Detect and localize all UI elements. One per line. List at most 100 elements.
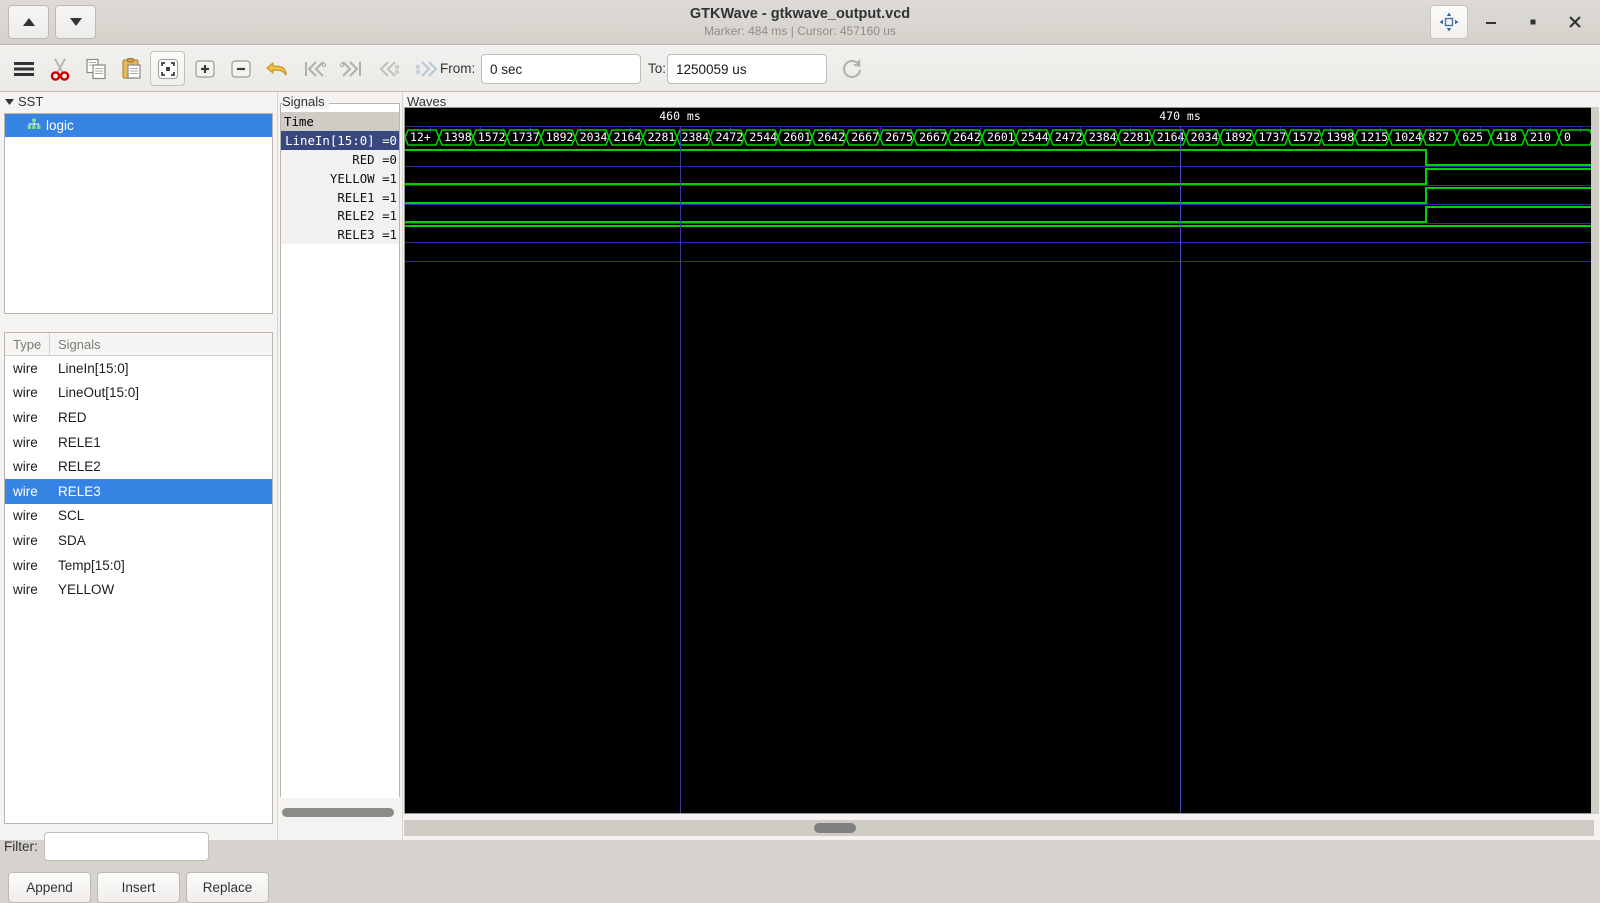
waves-vscrollbar[interactable] [1591,107,1599,814]
scrollbar-thumb[interactable] [282,808,394,817]
bus-value-text: 1024 [1394,130,1423,144]
filter-input[interactable] [43,832,209,861]
marker-line[interactable] [680,126,681,813]
signal-list-table[interactable]: Type Signals wire LineIn[15:0] wire LineOut… [4,332,273,824]
from-input[interactable]: 0 sec [481,54,641,84]
filter-label: Filter: [4,839,38,854]
digital-signal-row[interactable] [405,167,1593,186]
goto-start-icon[interactable] [297,51,332,86]
table-row[interactable]: wire YELLOW [5,577,272,602]
menu-icon[interactable] [6,51,41,86]
sst-header[interactable]: SST [4,94,43,109]
zoom-fit-icon[interactable] [150,51,185,86]
move-window-icon[interactable] [1430,5,1468,39]
bus-value-text: 2667 [919,130,947,144]
signal-label-row[interactable]: YELLOW =1 [281,168,399,188]
time-header-row[interactable]: Time [281,112,399,131]
bus-value-cell: 2281 [1118,128,1152,147]
time-tick-label: 460 ms [659,109,701,123]
replace-button[interactable]: Replace [186,872,269,903]
digital-signal-row[interactable] [405,205,1593,224]
table-row[interactable]: wire RED [5,405,272,430]
waveform-canvas[interactable]: 460 ms 470 ms 12+ 1398 1572 1737 1892 2034 2164 2… [405,108,1593,813]
signal-label-row[interactable]: LineIn[15:0] =0 [281,130,399,150]
waves-frame[interactable]: 460 ms 470 ms 12+ 1398 1572 1737 1892 2034 2164 2… [404,107,1594,814]
bus-value-text: 625 [1462,130,1483,144]
signal-name: LineOut[15:0] [58,385,140,401]
paste-icon[interactable] [114,51,149,86]
maximize-button[interactable] [1514,5,1552,39]
prev-edge-icon[interactable] [371,51,406,86]
sst-item-logic[interactable]: logic [5,114,272,137]
signal-type: wire [13,532,38,548]
signal-edge [1425,168,1427,185]
bus-value-cell: 2667 [914,128,948,147]
signal-label-row[interactable]: RELE3 =1 [281,225,399,245]
digital-signal-row[interactable] [405,148,1593,167]
bus-value-cell: 2472 [1050,128,1084,147]
bus-value-text: 2384 [1088,130,1117,144]
undo-icon[interactable] [259,51,294,86]
table-row[interactable]: wire RELE1 [5,430,272,455]
cursor-line[interactable] [1180,126,1181,813]
zoom-in-icon[interactable] [187,51,222,86]
to-input[interactable]: 1250059 us [667,54,827,84]
table-row[interactable]: wire Temp[15:0] [5,553,272,578]
bus-value-text: 1892 [1224,130,1253,144]
bus-value-cell: 1892 [541,128,575,147]
table-row[interactable]: wire SDA [5,528,272,553]
column-header-signals: Signals [58,336,101,352]
signal-names-pane: Signals Time LineIn[15:0] =0 RED =0 YELLOW … [278,92,402,840]
column-header-type: Type [5,333,50,355]
signal-name: Temp[15:0] [58,557,125,573]
bus-value-text: 2034 [1190,130,1219,144]
digital-signal-row[interactable] [405,186,1593,205]
copy-icon[interactable] [78,51,113,86]
time-ruler[interactable]: 460 ms 470 ms [405,108,1593,126]
zoom-out-icon[interactable] [223,51,258,86]
signal-name: YELLOW [58,582,115,598]
waves-hscrollbar[interactable] [404,820,1594,836]
bus-value-text: 0 [1564,130,1571,144]
bus-value-text: 2034 [579,130,608,144]
table-row[interactable]: wire SCL [5,504,272,529]
minimize-button[interactable] [1472,5,1510,39]
nav-down-button[interactable] [55,5,96,39]
bus-value-text: 2281 [647,130,676,144]
chevron-down-icon [4,94,15,109]
bus-signal-row[interactable]: 12+ 1398 1572 1737 1892 2034 2164 2281 2384 2472 2… [405,128,1593,147]
append-button[interactable]: Append [8,872,91,903]
signal-label-row[interactable]: RED =0 [281,149,399,169]
page-title: GTKWave - gtkwave_output.vcd [689,6,911,22]
bus-value-cell: 2601 [778,128,812,147]
signal-name: LineIn[15:0] [58,360,129,376]
table-row[interactable]: wire RELE3 [5,478,272,504]
next-edge-icon[interactable] [408,51,443,86]
bus-value-cell: 1024 [1389,128,1423,147]
table-row[interactable]: wire RELE2 [5,454,272,479]
signal-label-row[interactable]: RELE2 =1 [281,206,399,226]
reload-icon[interactable] [834,51,869,86]
table-row[interactable]: wire LineOut[15:0] [5,381,272,406]
bus-value-text: 210 [1530,130,1551,144]
signal-name-rows[interactable]: Time LineIn[15:0] =0 RED =0 YELLOW =1 RELE1 … [281,112,399,798]
scrollbar-thumb[interactable] [814,823,856,833]
bus-value-text: 1892 [545,130,574,144]
sst-tree[interactable]: logic [4,113,273,314]
insert-button[interactable]: Insert [97,872,180,903]
bus-value-text: 1572 [477,130,506,144]
goto-end-icon[interactable] [333,51,368,86]
signal-label-row[interactable]: RELE1 =1 [281,187,399,207]
hierarchy-icon [27,118,41,133]
signal-names-hscrollbar[interactable] [281,807,398,818]
bus-value-cell: 2642 [948,128,982,147]
table-row[interactable]: wire LineIn[15:0] [5,356,272,381]
nav-up-button[interactable] [8,5,49,39]
signal-type: wire [13,385,38,401]
signal-type: wire [13,582,38,598]
cut-icon[interactable] [42,51,77,86]
bus-value-cell: 2642 [812,128,846,147]
signal-name: RELE3 [58,483,101,499]
digital-signal-row[interactable] [405,224,1593,243]
close-button[interactable] [1556,5,1594,39]
